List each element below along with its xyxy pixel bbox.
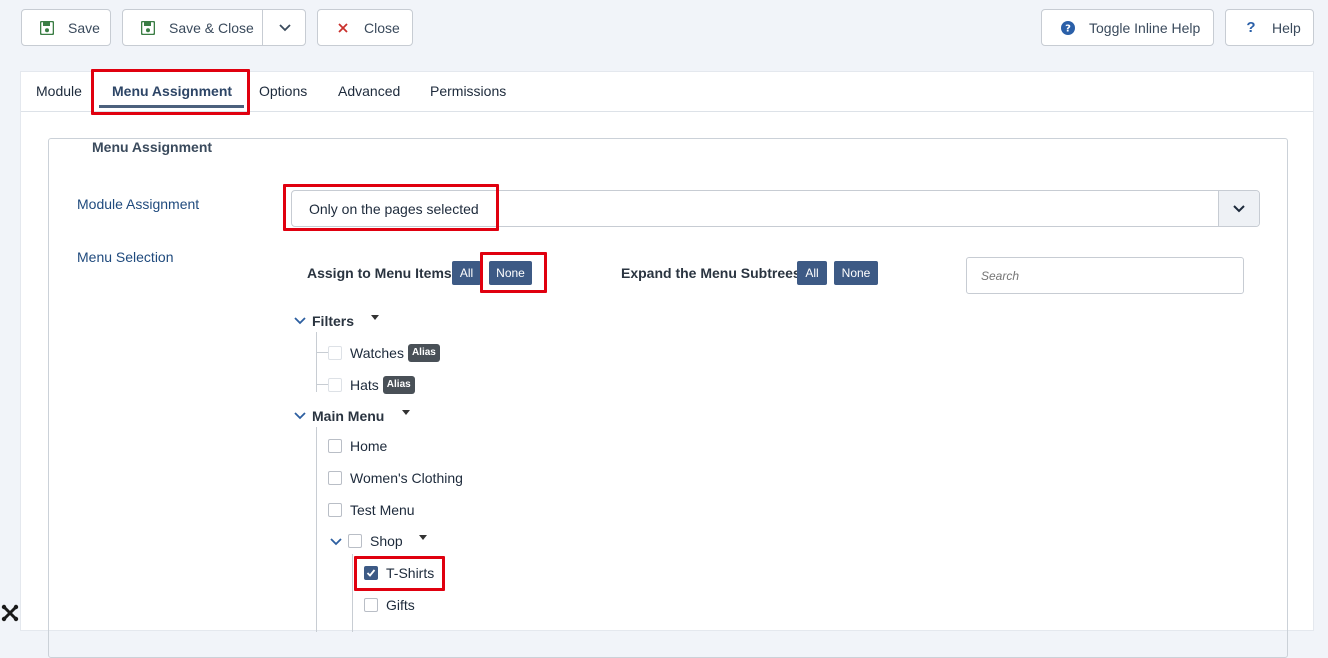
tree-item-label: Test Menu — [350, 502, 415, 518]
group-menu-caret[interactable] — [402, 410, 410, 415]
tree-item-label: T-Shirts — [386, 565, 435, 581]
tree-item-womens-clothing[interactable]: Women's Clothing — [328, 470, 463, 486]
toggle-inline-help-button[interactable]: ? Toggle Inline Help — [1041, 9, 1214, 46]
chevron-down-icon[interactable] — [293, 411, 307, 421]
close-button-label: Close — [364, 19, 400, 36]
expand-all-button[interactable]: All — [797, 261, 827, 285]
assign-to-menu-items-title: Assign to Menu Items — [307, 265, 452, 281]
close-button[interactable]: Close — [317, 9, 413, 46]
fieldset-legend: Menu Assignment — [78, 139, 227, 155]
tab-module[interactable]: Module — [36, 83, 82, 99]
joomla-logo-icon — [1, 604, 19, 622]
tree-group-main-menu[interactable]: Main Menu — [312, 408, 384, 424]
chevron-down-icon — [1233, 204, 1245, 212]
tree-group-filters[interactable]: Filters — [312, 313, 354, 329]
chevron-down-icon — [278, 23, 291, 31]
expand-menu-subtrees-title: Expand the Menu Subtrees — [621, 265, 801, 281]
tree-item-hats[interactable]: Hats Alias — [328, 376, 415, 394]
tab-options[interactable]: Options — [259, 83, 307, 99]
save-button[interactable]: Save — [21, 9, 111, 46]
tree-item-label: Hats — [350, 377, 379, 393]
tree-item-gifts[interactable]: Gifts — [364, 597, 415, 613]
expand-none-button[interactable]: None — [834, 261, 878, 285]
tree-item-home[interactable]: Home — [328, 438, 387, 454]
tree-line — [352, 554, 353, 632]
floppy-disk-icon — [38, 19, 56, 37]
checkbox[interactable] — [348, 534, 362, 548]
save-options-dropdown-toggle[interactable] — [262, 10, 306, 45]
chevron-down-icon[interactable] — [329, 537, 343, 547]
tab-permissions[interactable]: Permissions — [430, 83, 506, 99]
tree-item-watches[interactable]: Watches Alias — [328, 344, 440, 362]
search-input[interactable] — [966, 257, 1244, 294]
save-button-label: Save — [68, 19, 100, 36]
floppy-disk-icon — [139, 19, 157, 37]
tree-item-label: Women's Clothing — [350, 470, 463, 486]
alias-badge: Alias — [382, 376, 415, 394]
tree-item-label: Shop — [370, 533, 403, 549]
tree-line — [316, 332, 317, 392]
tab-menu-assignment[interactable]: Menu Assignment — [112, 83, 232, 99]
tree-line — [316, 352, 328, 353]
submenu-caret[interactable] — [419, 535, 427, 540]
alias-badge: Alias — [407, 344, 440, 362]
select-caret[interactable] — [1218, 191, 1259, 226]
chevron-down-icon[interactable] — [293, 316, 307, 326]
checkbox[interactable] — [364, 598, 378, 612]
tree-item-label: Gifts — [386, 597, 415, 613]
close-icon — [334, 19, 352, 37]
question-mark-icon: ? — [1246, 19, 1256, 36]
save-and-close-label: Save & Close — [169, 19, 254, 36]
save-and-close-button[interactable]: Save & Close — [122, 9, 306, 46]
tree-line — [316, 427, 317, 632]
module-assignment-select[interactable]: Only on the pages selected — [291, 190, 1260, 227]
active-tab-indicator — [99, 105, 244, 108]
checkbox[interactable] — [328, 378, 342, 392]
checkbox[interactable] — [328, 503, 342, 517]
module-assignment-value: Only on the pages selected — [309, 200, 479, 217]
checkbox[interactable] — [328, 471, 342, 485]
tree-item-test-menu[interactable]: Test Menu — [328, 502, 415, 518]
menu-selection-label: Menu Selection — [77, 249, 174, 265]
tree-item-t-shirts[interactable]: T-Shirts — [364, 565, 434, 581]
toggle-inline-help-label: Toggle Inline Help — [1089, 19, 1201, 36]
tab-advanced[interactable]: Advanced — [338, 83, 400, 99]
question-circle-icon: ? — [1059, 19, 1077, 37]
module-assignment-label: Module Assignment — [77, 196, 200, 212]
svg-text:?: ? — [1065, 23, 1071, 34]
tree-line — [316, 384, 328, 385]
module-edit-card: Module Menu Assignment Options Advanced … — [20, 69, 1314, 658]
checkbox[interactable] — [328, 439, 342, 453]
assign-all-button[interactable]: All — [452, 261, 481, 285]
checkbox-checked[interactable] — [364, 566, 378, 580]
tree-item-label: Home — [350, 438, 388, 454]
assign-none-button[interactable]: None — [489, 261, 532, 285]
group-menu-caret[interactable] — [371, 315, 379, 320]
checkbox[interactable] — [328, 346, 342, 360]
tree-item-label: Watches — [350, 345, 404, 361]
toolbar: Save Save & Close Close ? Toggle Inline … — [0, 0, 1328, 56]
help-button-label: Help — [1272, 19, 1301, 36]
help-button[interactable]: ? Help — [1225, 9, 1314, 46]
tab-bar: Module Menu Assignment Options Advanced … — [21, 72, 1313, 112]
tree-item-shop[interactable]: Shop — [348, 533, 403, 549]
checkmark-icon — [366, 569, 376, 577]
